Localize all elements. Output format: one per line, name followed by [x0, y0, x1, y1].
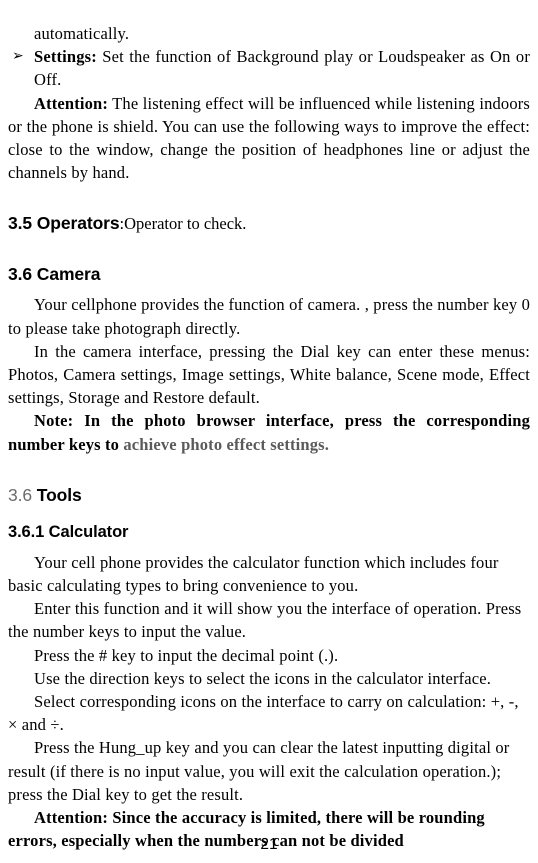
spacer-before-calculator: [8, 506, 530, 522]
settings-label: Settings:: [34, 47, 97, 67]
spacer-before-camera: [8, 235, 530, 263]
paragraph-continued: automatically.: [34, 24, 130, 43]
arrowhead-bullet-icon: ➢: [12, 48, 24, 65]
calculator-paragraph-3: Press the # key to input the decimal poi…: [34, 645, 339, 665]
calculator-paragraph-2: Enter this function and it will show you…: [8, 599, 522, 642]
document-page: automatically. ➢ Settings: Set the functi…: [0, 0, 538, 863]
spacer-after-camera-heading: [8, 285, 530, 293]
top-spacer: [8, 0, 530, 22]
heading-calculator: 3.6.1 Calculator: [8, 522, 129, 541]
heading-camera: 3.6 Camera: [8, 264, 101, 285]
heading-tools-title: Tools: [36, 484, 82, 505]
heading-operators-tail: :Operator to check.: [119, 214, 247, 234]
heading-tools-number: 3.6: [8, 484, 33, 505]
camera-note-paragraph: Note: In the photo browser interface, pr…: [8, 409, 530, 455]
settings-bullet-item: ➢ Settings: Set the function of Backgroun…: [8, 45, 530, 91]
heading-operators-label: 3.5 Operators: [8, 213, 120, 234]
camera-note-highlight: achieve photo effect settings.: [123, 434, 330, 454]
camera-paragraph-1: Your cellphone provides the function of …: [8, 295, 530, 338]
calculator-paragraph-6: Press the Hung_up key and you can clear …: [8, 738, 510, 804]
attention-audio-paragraph: Attention: The listening effect will be …: [8, 92, 530, 185]
calculator-paragraph-5: Select corresponding icons on the interf…: [8, 692, 519, 735]
calculator-paragraph-1: Your cell phone provides the calculator …: [8, 552, 499, 596]
spacer-before-tools: [8, 456, 530, 484]
spacer-before-operators: [8, 184, 530, 212]
heading-operators: 3.5 Operators:Operator to check.: [8, 212, 530, 235]
page-number: 21: [260, 836, 278, 853]
calculator-paragraph-4: Use the direction keys to select the ico…: [34, 668, 492, 688]
camera-paragraph-2: In the camera interface, pressing the Di…: [8, 341, 530, 408]
attention-audio-label: Attention:: [34, 93, 109, 113]
spacer-after-calculator-heading: [8, 543, 530, 551]
settings-text: Set the function of Background play or L…: [34, 47, 530, 90]
heading-tools: 3.6 Tools: [8, 484, 530, 506]
